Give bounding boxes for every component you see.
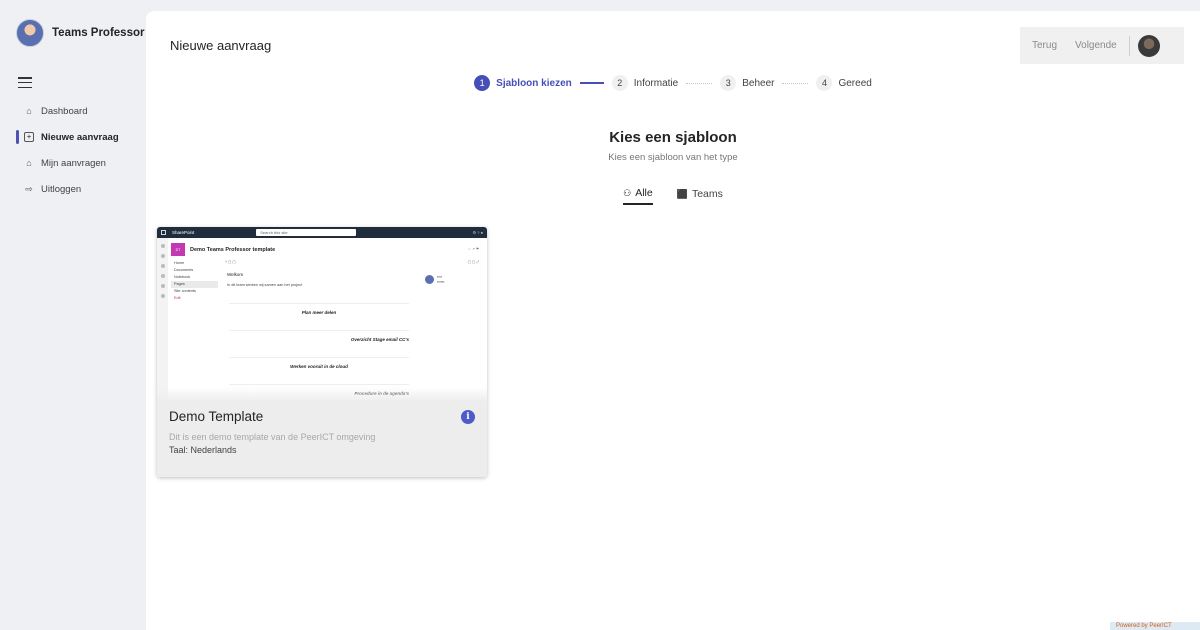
preview-nav: Home Documents Notebook Pages Site conte… xyxy=(171,260,218,302)
sidebar-item-nieuwe-aanvraag[interactable]: + Nieuwe aanvraag xyxy=(0,124,146,150)
step-number: 4 xyxy=(816,75,833,91)
avatar[interactable] xyxy=(1137,34,1160,57)
template-title: Demo Template xyxy=(169,409,264,424)
preview-topbar-icons: ⚙ ? ● xyxy=(472,230,483,235)
step-connector xyxy=(782,82,809,84)
preview-nav-item: Site contents xyxy=(174,289,196,293)
preview-nav-item: Documents xyxy=(174,268,194,272)
sidebar-item-label: Uitloggen xyxy=(41,183,82,195)
preview-row: Plan meer delen xyxy=(229,303,409,315)
template-card[interactable]: SharePoint Search this site ⚙ ? ● DT Dem… xyxy=(157,227,487,477)
section-subheading: Kies een sjabloon van het type xyxy=(608,152,738,163)
tab-alle[interactable]: ⚇ Alle xyxy=(623,187,653,205)
brand-logo xyxy=(16,19,44,47)
sidebar-item-dashboard[interactable]: ⌂ Dashboard xyxy=(0,98,146,124)
step-number: 2 xyxy=(611,75,628,91)
preview-site-logo: DT xyxy=(171,243,185,256)
next-button[interactable]: Volgende xyxy=(1075,40,1117,51)
preview-topbar: SharePoint Search this site ⚙ ? ● xyxy=(157,227,487,238)
sidebar-item-label: Mijn aanvragen xyxy=(41,157,106,169)
step-number: 1 xyxy=(474,75,491,91)
preview-welcome-text: In dit team werken wij samen aan het pro… xyxy=(227,283,303,287)
step-beheer: 3 Beheer xyxy=(720,75,774,91)
step-informatie: 2 Informatie xyxy=(611,75,679,91)
preview-fade xyxy=(157,387,487,401)
template-type-tabs: ⚇ Alle ⬛ Teams xyxy=(146,187,1200,205)
template-card-body: Demo Template i Dit is een demo template… xyxy=(157,401,487,477)
step-connector xyxy=(686,82,713,84)
preview-person-avatar xyxy=(425,275,434,284)
header-actions: Terug Volgende xyxy=(1020,27,1184,64)
preview-nav-item: Home xyxy=(174,261,185,265)
step-label: Informatie xyxy=(633,77,679,89)
section-heading: Kies een sjabloon xyxy=(609,129,737,146)
brand-name: Teams Professor xyxy=(52,27,145,39)
sidebar-item-label: Dashboard xyxy=(41,105,88,117)
step-sjabloon-kiezen: 1 Sjabloon kiezen xyxy=(474,75,572,91)
sidebar-nav: ⌂ Dashboard + Nieuwe aanvraag ⌂ Mijn aan… xyxy=(0,98,146,202)
sign-out-icon: ⇨ xyxy=(25,183,33,194)
hamburger-menu-icon[interactable] xyxy=(18,77,32,88)
preview-search: Search this site xyxy=(256,229,357,236)
step-number: 3 xyxy=(720,75,737,91)
inbox-icon: ⌂ xyxy=(26,158,32,168)
step-gereed: 4 Gereed xyxy=(816,75,872,91)
step-label: Sjabloon kiezen xyxy=(496,77,572,89)
preview-person-name: ▪▪▪▪ ▪▪▪▪▪▪ xyxy=(437,275,445,284)
template-language: Taal: Nederlands xyxy=(169,445,237,455)
stepper: 1 Sjabloon kiezen 2 Informatie 3 Beheer … xyxy=(146,75,1200,91)
tab-teams[interactable]: ⬛ Teams xyxy=(677,187,723,205)
tab-label: Teams xyxy=(691,188,723,200)
step-label: Gereed xyxy=(838,77,872,89)
divider xyxy=(1128,35,1130,56)
preview-nav-item: Notebook xyxy=(174,275,191,279)
template-description: Dit is een demo template van de PeerICT … xyxy=(169,432,376,442)
preview-site-title: Demo Teams Professor template xyxy=(190,246,276,253)
preview-nav-item: Edit xyxy=(174,296,181,300)
template-preview-image: SharePoint Search this site ⚙ ? ● DT Dem… xyxy=(157,227,487,401)
powered-by-badge[interactable]: Powered by PeerICT xyxy=(1110,622,1200,630)
home-icon: ⌂ xyxy=(26,106,32,116)
preview-command-bar: + ▢ ▢ xyxy=(225,260,236,264)
back-button[interactable]: Terug xyxy=(1032,40,1057,51)
step-label: Beheer xyxy=(742,77,775,89)
teams-icon: ⬛ xyxy=(676,188,688,199)
sidebar: Teams Professor ⌂ Dashboard + Nieuwe aan… xyxy=(0,0,146,630)
preview-row: Werken vooruit in de cloud xyxy=(229,357,409,369)
info-icon[interactable]: i xyxy=(461,410,475,424)
sidebar-item-mijn-aanvragen[interactable]: ⌂ Mijn aanvragen xyxy=(0,150,146,176)
preview-welcome: Welkom xyxy=(227,272,244,277)
waffle-icon xyxy=(161,230,166,235)
sidebar-item-uitloggen[interactable]: ⇨ Uitloggen xyxy=(0,176,146,202)
preview-row: Overzicht Stage email CC's xyxy=(229,330,409,342)
preview-site-header: DT Demo Teams Professor template xyxy=(171,243,275,256)
preview-app-name: SharePoint xyxy=(172,230,195,235)
new-request-icon: + xyxy=(24,132,34,142)
preview-rail xyxy=(157,238,168,401)
step-connector xyxy=(579,82,604,84)
page-title: Nieuwe aanvraag xyxy=(170,38,272,53)
preview-header-actions: ☆ ↗ ⚑ xyxy=(467,247,479,251)
preview-nav-item: Pages xyxy=(171,281,218,288)
tab-label: Alle xyxy=(635,187,653,199)
people-icon: ⚇ xyxy=(623,187,632,198)
sidebar-item-label: Nieuwe aanvraag xyxy=(41,131,119,143)
preview-command-right: ▢ ▢ ⤢ xyxy=(467,260,479,264)
brand: Teams Professor xyxy=(16,19,144,47)
main-panel: Nieuwe aanvraag Terug Volgende 1 Sjabloo… xyxy=(146,11,1200,630)
preview-person: ▪▪▪▪ ▪▪▪▪▪▪ xyxy=(425,275,444,284)
